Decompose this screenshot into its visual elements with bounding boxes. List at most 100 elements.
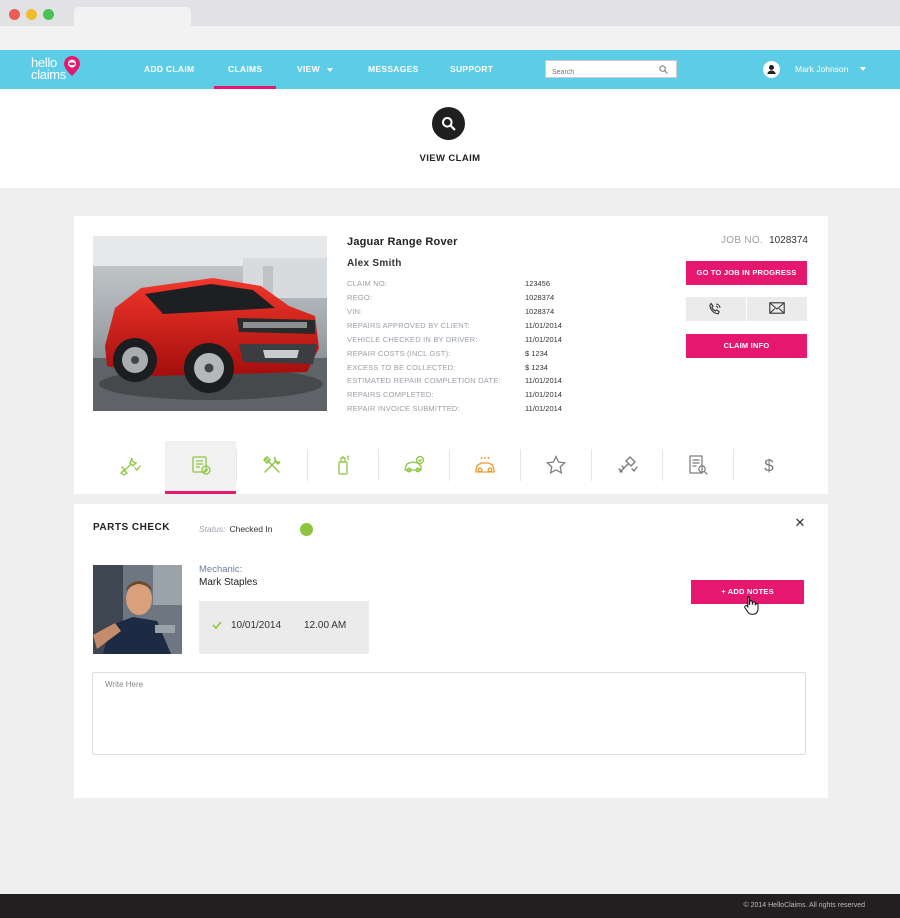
detail-value: 11/01/2014: [525, 335, 562, 344]
job-number-value: 1028374: [769, 235, 808, 246]
detail-row: VEHICLE CHECKED IN BY DRIVER: 11/01/2014: [347, 335, 627, 347]
browser-tab[interactable]: [74, 7, 191, 26]
dollar-icon: $: [764, 456, 774, 475]
maximize-window-icon[interactable]: [43, 9, 54, 20]
tab-car-check[interactable]: [378, 441, 449, 494]
detail-label: REPAIRS COMPLETED:: [347, 390, 434, 399]
tab-star[interactable]: [520, 441, 591, 494]
user-chevron-down-icon: [860, 67, 866, 71]
nav-messages-label: MESSAGES: [368, 64, 419, 74]
vehicle-name: Jaguar Range Rover: [347, 236, 458, 248]
detail-value: $ 1234: [525, 363, 548, 372]
tools-icon: [263, 456, 281, 473]
detail-value: 11/01/2014: [525, 404, 562, 413]
minimize-window-icon[interactable]: [26, 9, 37, 20]
mechanic-label: Mechanic:: [199, 564, 243, 575]
tab-tools[interactable]: [236, 441, 307, 494]
detail-row: CLAIM NO: 123456: [347, 279, 627, 291]
copyright: © 2014 HelloClaims. All rights reserved: [743, 902, 866, 909]
tab-car-wash[interactable]: [449, 441, 520, 494]
email-button[interactable]: [747, 297, 807, 321]
detail-label: CLAIM NO:: [347, 279, 388, 288]
job-number-label: JOB NO.: [720, 235, 764, 246]
key-icon: [618, 456, 638, 473]
browser-chrome: [0, 0, 900, 50]
notes-textarea[interactable]: [92, 672, 806, 755]
detail-value: $ 1234: [525, 349, 548, 358]
tab-dollar[interactable]: $: [733, 441, 804, 494]
search-input[interactable]: [546, 64, 654, 81]
logo-pin-icon: [64, 56, 80, 76]
detail-row: REPAIR COSTS (INCL GST): $ 1234: [347, 349, 627, 361]
detail-value: 11/01/2014: [525, 321, 562, 330]
parts-check-icon: [192, 456, 211, 475]
detail-value: 11/01/2014: [525, 376, 562, 385]
wrench-check-icon: [119, 457, 141, 476]
user-icon: [763, 61, 780, 78]
search-icon: [432, 107, 465, 140]
checkin-time: 12.00 AM: [304, 620, 347, 631]
nav-claims[interactable]: CLAIMS: [213, 50, 277, 89]
detail-value: 123456: [525, 279, 551, 288]
page-header: VIEW CLAIM: [0, 89, 900, 188]
detail-row: REPAIR INVOICE SUBMITTED: 11/01/2014: [347, 404, 627, 416]
close-icon[interactable]: ✕: [794, 516, 806, 529]
invoice-search-icon: [689, 455, 708, 475]
page-title: VIEW CLAIM: [419, 153, 481, 164]
tab-wrench-check[interactable]: [94, 441, 165, 494]
search-box: [545, 60, 677, 81]
detail-row: REGO: 1028374: [347, 293, 627, 305]
tab-parts-check[interactable]: [165, 441, 236, 494]
panel-title: PARTS CHECK: [93, 522, 170, 533]
checkmark-icon: [212, 621, 222, 629]
status-label: Status:: [199, 524, 226, 534]
detail-row: ESTIMATED REPAIR COMPLETION DATE: 11/01/2…: [347, 376, 627, 388]
claim-summary-card: Jaguar Range Rover Alex Smith CLAIM NO: 1…: [74, 216, 828, 494]
browser-toolbar: [0, 26, 900, 50]
nav-add-claim-label: ADD CLAIM: [144, 64, 195, 74]
nav-messages[interactable]: MESSAGES: [368, 50, 419, 89]
logo-text-line2: claims: [31, 67, 67, 82]
nav-add-claim[interactable]: ADD CLAIM: [144, 50, 194, 89]
detail-label: REPAIRS APPROVED BY CLIENT:: [347, 321, 471, 330]
chevron-down-icon: [326, 67, 333, 72]
tab-spray-paint[interactable]: [307, 441, 378, 494]
detail-row: VIN: 1028374: [347, 307, 627, 319]
detail-label: VIN:: [347, 307, 363, 316]
detail-row: REPAIRS COMPLETED: 11/01/2014: [347, 390, 627, 402]
status: Status: Checked In: [199, 524, 272, 534]
status-indicator: [300, 523, 313, 536]
stage-tabs: $: [94, 441, 808, 494]
go-to-job-button[interactable]: GO TO JOB IN PROGRESS: [686, 261, 807, 285]
owner-name: Alex Smith: [347, 258, 402, 269]
logo[interactable]: hello claims: [31, 56, 91, 84]
vehicle-photo: [93, 236, 327, 411]
detail-value: 11/01/2014: [525, 390, 562, 399]
nav-support[interactable]: SUPPORT: [450, 50, 493, 89]
checkin-date: 10/01/2014: [231, 620, 282, 631]
claim-info-button[interactable]: CLAIM INFO: [686, 334, 807, 358]
contact-buttons: [686, 297, 807, 321]
checkin-timestamp: 10/01/2014 12.00 AM: [199, 601, 369, 654]
search-icon[interactable]: [659, 65, 668, 74]
footer: © 2014 HelloClaims. All rights reserved: [0, 894, 900, 918]
detail-label: REPAIR INVOICE SUBMITTED:: [347, 404, 460, 413]
tab-key[interactable]: [591, 441, 662, 494]
detail-label: REPAIR COSTS (INCL GST):: [347, 349, 451, 358]
detail-value: 1028374: [525, 293, 555, 302]
tab-invoice-search[interactable]: [662, 441, 733, 494]
call-button[interactable]: [686, 297, 746, 321]
detail-label: ESTIMATED REPAIR COMPLETION DATE:: [347, 376, 501, 385]
detail-label: REGO:: [347, 293, 373, 302]
nav-view-label: VIEW: [297, 64, 320, 74]
user-name: Mark Johnson: [795, 64, 849, 74]
phone-icon: [709, 302, 721, 315]
car-wash-icon: [475, 456, 495, 473]
star-icon: [545, 455, 567, 475]
nav-view[interactable]: VIEW: [297, 50, 333, 89]
parts-check-panel: PARTS CHECK Status: Checked In ✕ Mechanic…: [74, 504, 828, 798]
mechanic-name: Mark Staples: [199, 577, 258, 588]
car-check-icon: [404, 455, 425, 473]
mail-icon: [769, 302, 785, 314]
close-window-icon[interactable]: [9, 9, 20, 20]
